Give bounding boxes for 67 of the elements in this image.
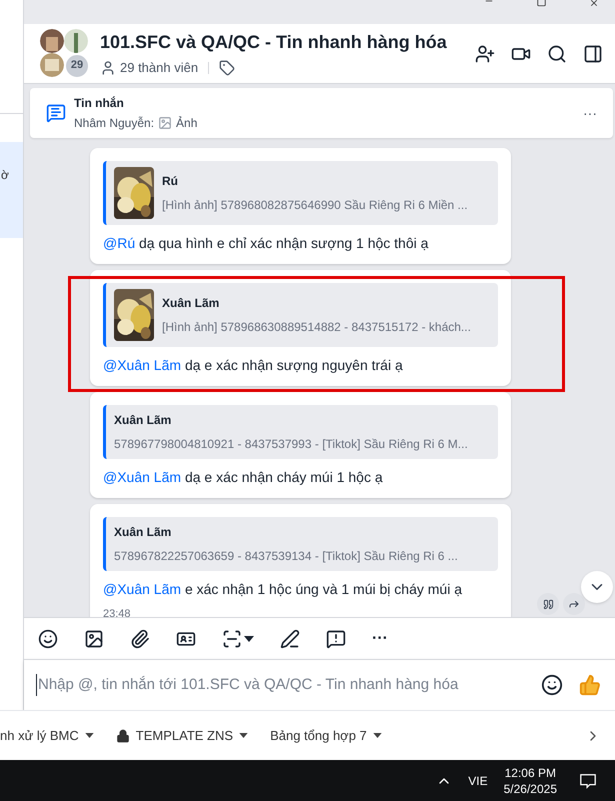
search-icon[interactable] [547, 44, 567, 64]
pinned-sender: Nhâm Nguyễn: [74, 115, 154, 132]
clock-time[interactable]: 12:06 PM [504, 764, 556, 780]
caret-icon [372, 733, 382, 738]
message-text: dạ e xác nhận cháy múi 1 hộc ạ [184, 469, 383, 485]
quoted-message[interactable]: Rú [Hình ảnh] 578968082875646990 Sầu Riêng Ri 6 Miền ... [103, 161, 498, 225]
message-text: dạ e xác nhận sượng nguyên trái ạ [184, 357, 403, 373]
quoted-message[interactable]: Xuân Lãm 578967798004810921 - 8437537993 - [Tiktok] Sầu Riêng Ri 6 M... [103, 405, 498, 459]
mention-link[interactable]: @Xuân Lãm [103, 581, 182, 597]
clock-date[interactable]: 5/26/2025 [504, 780, 557, 796]
quote-button[interactable] [537, 593, 559, 615]
quote-text: 578967798004810921 - 8437537993 - [Tiktok] Sầu Riêng Ri 6 M... [114, 436, 468, 453]
mention-link[interactable]: @Xuân Lãm [103, 469, 182, 485]
mention-link[interactable]: @Rú [103, 235, 136, 251]
member-count-badge: 29 [64, 52, 90, 78]
quote-author: Xuân Lãm [114, 524, 172, 541]
sheet-tab-label: Bảng tổng hợp 7 [270, 726, 367, 745]
message-time: 23:48 [103, 607, 132, 617]
forward-button[interactable] [563, 593, 585, 615]
text-format-icon[interactable] [280, 628, 300, 648]
sheet-tab[interactable]: nh xử lý BMC [0, 726, 94, 746]
quote-icon [542, 598, 554, 610]
notification-icon[interactable] [579, 772, 597, 790]
member-count[interactable]: 29 thành viên [120, 58, 198, 78]
thumbs-up-icon[interactable] [579, 674, 601, 696]
quote-author: Xuân Lãm [114, 412, 172, 429]
quoted-message[interactable]: Xuân Lãm 578967822257063659 - 8437539134 - [Tiktok] Sầu Riêng Ri 6 ... [103, 517, 498, 571]
quote-text: [Hình ảnh] 578968082875646990 Sầu Riêng Ri 6 Miền ... [162, 197, 468, 214]
quote-author: Xuân Lãm [162, 295, 220, 312]
screenshot-icon[interactable] [222, 628, 242, 648]
quote-author: Rú [162, 173, 179, 190]
maximize-icon[interactable] [536, 0, 547, 7]
more-button[interactable]: ··· [372, 626, 388, 650]
quote-text: [Hình ảnh] 578968630889514882 - 8437515172 - khách... [162, 319, 471, 336]
lock-icon [116, 728, 130, 742]
caret-icon[interactable] [244, 636, 254, 642]
sheet-tab[interactable]: Bảng tổng hợp 7 [270, 726, 382, 746]
quoted-message[interactable]: Xuân Lãm [Hình ảnh] 578968630889514882 - 8437515172 - khách... [103, 283, 498, 347]
sheet-tab[interactable]: TEMPLATE ZNS [116, 726, 248, 746]
attachment-icon[interactable] [130, 628, 150, 648]
caret-icon [239, 733, 248, 738]
sheet-tab-label: TEMPLATE ZNS [136, 726, 234, 745]
message-icon [46, 103, 66, 123]
image-icon[interactable] [84, 628, 104, 648]
pinned-content: Ảnh [176, 115, 198, 132]
pinned-title: Tin nhắn [74, 95, 125, 112]
message-text: dạ qua hình e chỉ xác nhận sượng 1 hộc thôi ạ [139, 235, 428, 251]
tag-icon[interactable] [219, 60, 236, 76]
message-text: e xác nhận 1 hộc úng và 1 múi bị cháy múi ạ [184, 581, 462, 597]
sidebar-toggle-icon[interactable] [583, 44, 603, 64]
add-member-icon[interactable] [475, 44, 495, 64]
language-indicator[interactable]: VIE [468, 772, 488, 790]
quick-message-icon[interactable] [326, 628, 346, 648]
pinned-message-bar[interactable]: Tin nhắn Nhâm Nguyễn: Ảnh ··· [30, 88, 613, 138]
group-avatar[interactable]: 29 [40, 28, 90, 78]
forward-icon [568, 598, 580, 610]
more-button[interactable]: ··· [583, 102, 597, 124]
member-icon [100, 60, 116, 76]
sheet-tab-label: nh xử lý BMC [0, 726, 79, 745]
mention-link[interactable]: @Xuân Lãm [103, 357, 182, 373]
list-item[interactable]: ờ [0, 142, 23, 238]
chat-title: 101.SFC và QA/QC - Tin nhanh hàng hóa [100, 31, 447, 54]
image-icon [158, 116, 172, 130]
sticker-icon[interactable] [38, 628, 58, 648]
emoji-icon[interactable] [541, 674, 563, 696]
caret-icon [84, 733, 94, 738]
quote-text: 578967822257063659 - 8437539134 - [Tiktok] Sầu Riêng Ri 6 ... [114, 548, 458, 565]
